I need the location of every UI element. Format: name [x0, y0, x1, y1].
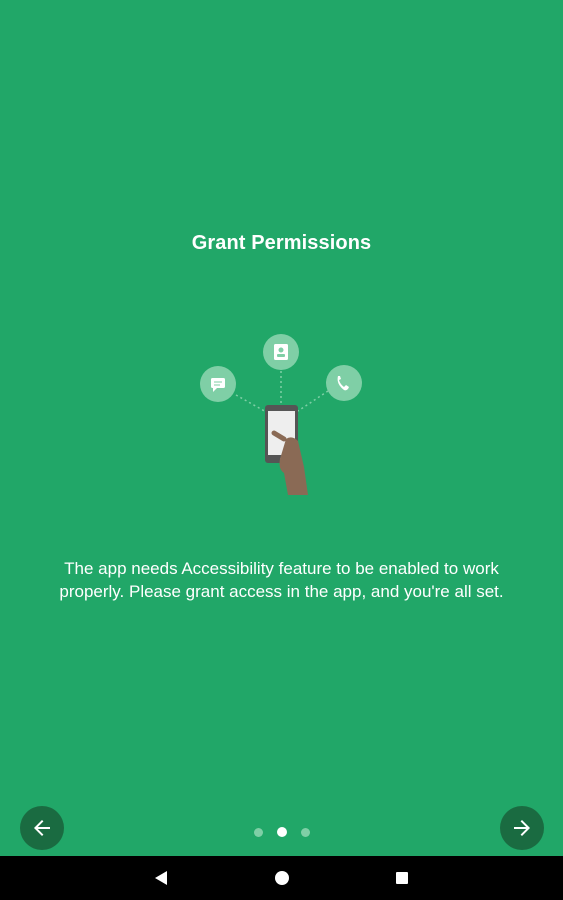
system-navigation-bar — [0, 856, 563, 900]
page-dot-3[interactable] — [301, 827, 310, 837]
system-home-button[interactable] — [270, 866, 294, 890]
page-indicator — [254, 827, 310, 837]
next-button[interactable] — [500, 806, 544, 850]
phone-icon — [326, 365, 362, 401]
contact-icon — [263, 334, 299, 370]
system-back-button[interactable] — [149, 866, 173, 890]
recents-square-icon — [396, 872, 408, 884]
arrow-left-icon — [34, 820, 50, 836]
home-circle-icon — [275, 871, 289, 885]
permission-description: The app needs Accessibility feature to b… — [59, 559, 504, 601]
arrow-right-icon — [514, 820, 530, 836]
previous-button[interactable] — [20, 806, 64, 850]
hand-holding-phone-icon — [265, 405, 308, 495]
system-recents-button[interactable] — [390, 866, 414, 890]
page-title: Grant Permissions — [191, 232, 372, 254]
page-dot-1[interactable] — [254, 827, 263, 837]
back-triangle-icon — [155, 871, 167, 885]
onboarding-screen: Grant Permissions The app needs Accessib… — [0, 0, 563, 856]
message-icon — [200, 366, 236, 402]
permissions-illustration — [200, 334, 362, 495]
page-dot-2-active[interactable] — [277, 827, 287, 837]
